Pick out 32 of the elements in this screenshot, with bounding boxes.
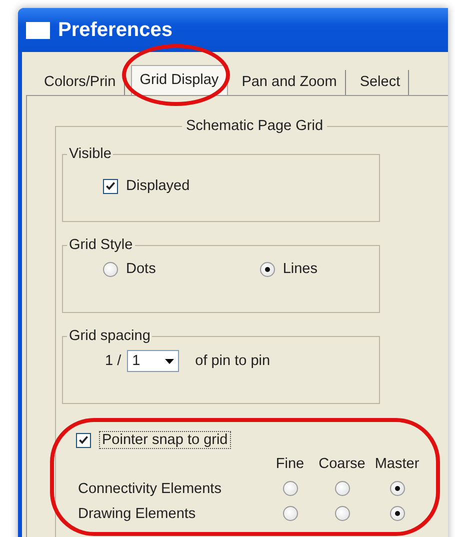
radio-button[interactable] xyxy=(334,481,350,496)
checkbox[interactable] xyxy=(76,432,91,448)
window-title: Preferences xyxy=(58,18,173,42)
window-icon xyxy=(26,22,50,38)
spacing-dropdown[interactable]: 1 xyxy=(127,350,180,372)
radio-button[interactable] xyxy=(334,506,350,521)
radio-button[interactable] xyxy=(260,262,275,276)
column-header: Master xyxy=(374,456,420,472)
group-title: Schematic Page Grid xyxy=(185,118,324,134)
group-title: Visible xyxy=(68,146,112,162)
caret-icon xyxy=(165,358,174,364)
radio-button[interactable] xyxy=(103,262,118,276)
check-icon xyxy=(78,434,89,446)
group-title: Grid spacing xyxy=(68,328,152,344)
tab[interactable]: Grid Display xyxy=(130,65,228,95)
checkbox-label: Displayed xyxy=(126,178,190,194)
radio-button[interactable] xyxy=(390,506,404,521)
column-header: Coarse xyxy=(318,456,366,472)
check-icon xyxy=(105,180,116,192)
radio-button[interactable] xyxy=(282,506,298,521)
checkbox[interactable] xyxy=(103,178,118,194)
radio-button[interactable] xyxy=(390,481,404,496)
column-header: Fine xyxy=(274,456,306,472)
spacing-label: of pin to pin xyxy=(195,353,270,369)
radio-label: Dots xyxy=(126,261,156,277)
fraction-label: 1 / xyxy=(105,353,122,369)
row-label: Drawing Elements xyxy=(78,506,197,522)
radio-label: Lines xyxy=(282,261,318,277)
group-title: Grid Style xyxy=(68,237,134,253)
radio-button[interactable] xyxy=(282,481,298,496)
row-label: Connectivity Elements xyxy=(78,480,222,496)
checkbox-label: Pointer snap to grid xyxy=(99,431,231,449)
